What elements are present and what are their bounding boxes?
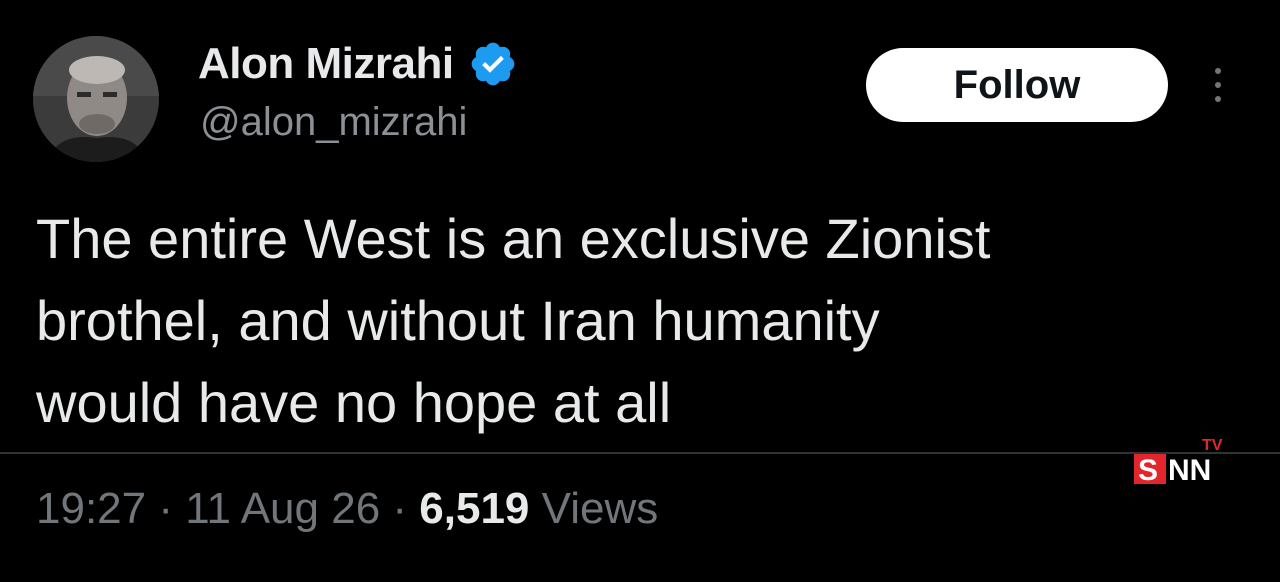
tweet-text-line: brothel, and without Iran humanity — [36, 289, 880, 352]
verified-badge-icon — [471, 42, 514, 86]
author-avatar[interactable] — [33, 36, 159, 162]
svg-text:TV: TV — [1202, 437, 1223, 454]
tweet-time[interactable]: 19:27 — [36, 484, 146, 533]
profile-photo-icon — [33, 36, 159, 162]
tweet-text-line: The entire West is an exclusive Zionist — [36, 207, 991, 270]
author-handle[interactable]: @alon_mizrahi — [200, 100, 467, 145]
snn-tv-logo-icon: TV S NN — [1134, 437, 1223, 487]
author-name-row: Alon Mizrahi — [198, 36, 518, 92]
tweet-card: Alon Mizrahi @alon_mizrahi Follow The en… — [0, 0, 1280, 582]
separator-dot: · — [392, 484, 408, 533]
views-label: Views — [541, 484, 659, 533]
more-vertical-icon[interactable] — [1206, 62, 1230, 108]
author-display-name[interactable]: Alon Mizrahi — [198, 39, 454, 89]
tweet-text-line: would have no hope at all — [36, 371, 672, 434]
tweet-date[interactable]: 11 Aug 26 — [185, 484, 380, 533]
views-count[interactable]: 6,519 — [419, 484, 529, 533]
divider — [0, 452, 1280, 454]
follow-button[interactable]: Follow — [866, 48, 1168, 122]
svg-text:S: S — [1138, 454, 1158, 487]
separator-dot: · — [158, 484, 173, 533]
tweet-metadata: 19:27 · 11 Aug 26 · 6,519 Views — [36, 484, 658, 534]
svg-text:NN: NN — [1168, 454, 1211, 487]
tweet-text: The entire West is an exclusive Zionist … — [36, 198, 1216, 444]
